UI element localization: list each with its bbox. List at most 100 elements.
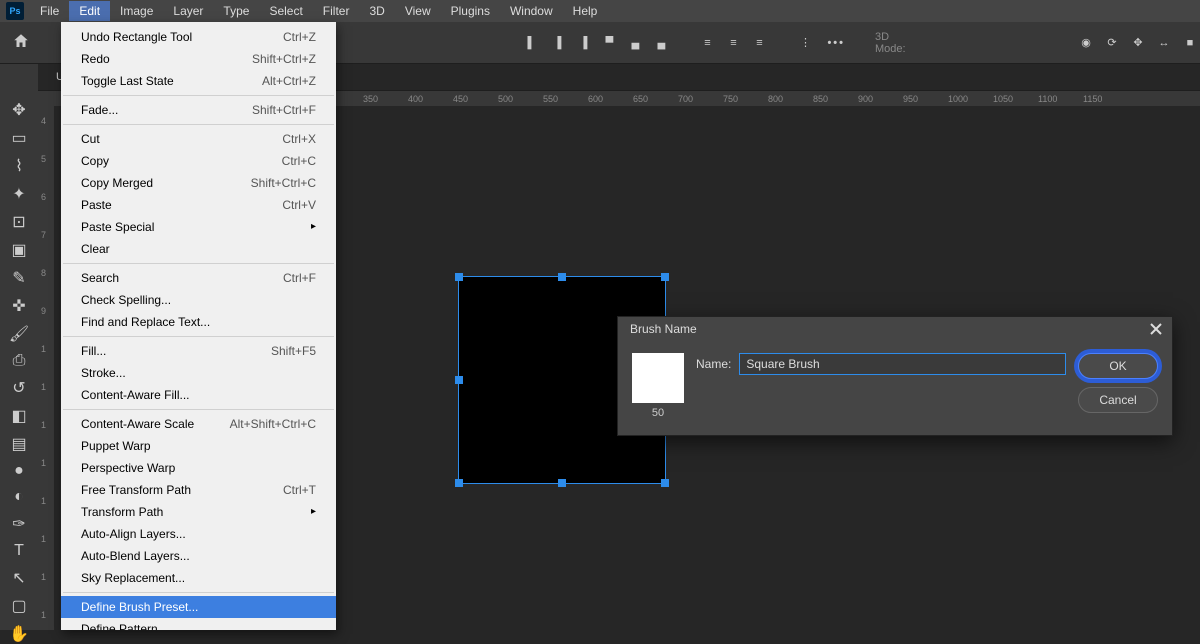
menu-item-fade[interactable]: Fade...Shift+Ctrl+F: [61, 99, 336, 121]
align-group: ▌ ▐ ▐ ▀ ▄ ▄ ≡ ≡ ≡ ⋮: [521, 33, 815, 53]
menu-item-auto-blend-layers[interactable]: Auto-Blend Layers...: [61, 545, 336, 567]
menu-item-check-spelling[interactable]: Check Spelling...: [61, 289, 336, 311]
menu-item-define-brush-preset[interactable]: Define Brush Preset...: [61, 596, 336, 618]
app-icon: Ps: [6, 2, 24, 20]
menu-layer[interactable]: Layer: [163, 1, 213, 21]
tool-hand[interactable]: ✋: [5, 624, 33, 644]
menu-item-search[interactable]: SearchCtrl+F: [61, 267, 336, 289]
edit-menu: Undo Rectangle ToolCtrl+ZRedoShift+Ctrl+…: [61, 22, 336, 630]
tool-eyedropper[interactable]: ✎: [5, 268, 33, 288]
menu-separator: [63, 124, 334, 125]
tool-dodge[interactable]: ◐: [5, 488, 33, 506]
3d-orbit-icon[interactable]: ◉: [1076, 33, 1096, 53]
dialog-title: Brush Name: [630, 322, 697, 336]
menu-item-puppet-warp[interactable]: Puppet Warp: [61, 435, 336, 457]
menu-item-cut[interactable]: CutCtrl+X: [61, 128, 336, 150]
menu-item-perspective-warp[interactable]: Perspective Warp: [61, 457, 336, 479]
handle-bm[interactable]: [558, 479, 566, 487]
3d-mode-label: 3D Mode:: [875, 31, 914, 55]
menu-item-fill[interactable]: Fill...Shift+F5: [61, 340, 336, 362]
menu-item-content-aware-scale[interactable]: Content-Aware ScaleAlt+Shift+Ctrl+C: [61, 413, 336, 435]
align-bottom-icon[interactable]: ▄: [651, 33, 671, 53]
handle-tr[interactable]: [661, 273, 669, 281]
menu-file[interactable]: File: [30, 1, 69, 21]
tool-patch[interactable]: ✜: [5, 296, 33, 316]
cancel-button[interactable]: Cancel: [1078, 387, 1158, 413]
handle-ml[interactable]: [455, 376, 463, 384]
menu-item-copy[interactable]: CopyCtrl+C: [61, 150, 336, 172]
menu-select[interactable]: Select: [259, 1, 312, 21]
ok-button[interactable]: OK: [1078, 353, 1158, 379]
tool-lasso[interactable]: ⌇: [5, 156, 33, 176]
menu-3d[interactable]: 3D: [359, 1, 394, 21]
distribute-top-icon[interactable]: ≡: [697, 33, 717, 53]
handle-tm[interactable]: [558, 273, 566, 281]
tool-stamp[interactable]: ⎙: [5, 352, 33, 370]
tool-frame[interactable]: ▣: [5, 240, 33, 260]
name-input[interactable]: [739, 353, 1066, 375]
menu-item-paste-special[interactable]: Paste Special: [61, 216, 336, 238]
tool-move[interactable]: ✥: [5, 100, 33, 120]
3d-zoom-icon[interactable]: ■: [1180, 33, 1200, 53]
menu-item-free-transform-path[interactable]: Free Transform PathCtrl+T: [61, 479, 336, 501]
distribute-bottom-icon[interactable]: ≡: [749, 33, 769, 53]
tool-blur[interactable]: ●: [5, 462, 33, 480]
menu-item-define-pattern[interactable]: Define Pattern...: [61, 618, 336, 630]
menu-image[interactable]: Image: [110, 1, 163, 21]
menu-item-toggle-last-state[interactable]: Toggle Last StateAlt+Ctrl+Z: [61, 70, 336, 92]
align-right-icon[interactable]: ▐: [573, 33, 593, 53]
handle-tl[interactable]: [455, 273, 463, 281]
menu-separator: [63, 263, 334, 264]
tool-type[interactable]: T: [5, 542, 33, 560]
tool-path[interactable]: ↖: [5, 568, 33, 588]
close-icon[interactable]: [1148, 321, 1164, 337]
menu-filter[interactable]: Filter: [313, 1, 360, 21]
menu-plugins[interactable]: Plugins: [441, 1, 500, 21]
menu-item-transform-path[interactable]: Transform Path: [61, 501, 336, 523]
menu-item-clear[interactable]: Clear: [61, 238, 336, 260]
menu-item-redo[interactable]: RedoShift+Ctrl+Z: [61, 48, 336, 70]
tool-marquee[interactable]: ▭: [5, 128, 33, 148]
align-middle-icon[interactable]: ▄: [625, 33, 645, 53]
3d-roll-icon[interactable]: ⟳: [1102, 33, 1122, 53]
align-top-icon[interactable]: ▀: [599, 33, 619, 53]
tool-pen[interactable]: ✑: [5, 514, 33, 534]
menu-type[interactable]: Type: [213, 1, 259, 21]
3d-slide-icon[interactable]: ↔: [1154, 33, 1174, 53]
distribute-v-icon[interactable]: ≡: [723, 33, 743, 53]
menu-item-stroke[interactable]: Stroke...: [61, 362, 336, 384]
menu-item-find-and-replace-text[interactable]: Find and Replace Text...: [61, 311, 336, 333]
brush-size-label: 50: [632, 407, 684, 419]
distribute-h-icon[interactable]: ⋮: [795, 33, 815, 53]
handle-bl[interactable]: [455, 479, 463, 487]
tool-rect[interactable]: ▢: [5, 596, 33, 616]
brush-preview: 50: [632, 353, 684, 419]
more-icon[interactable]: •••: [827, 37, 845, 49]
menu-item-copy-merged[interactable]: Copy MergedShift+Ctrl+C: [61, 172, 336, 194]
tool-brush[interactable]: 🖌: [5, 324, 33, 344]
brush-swatch: [632, 353, 684, 403]
align-center-h-icon[interactable]: ▐: [547, 33, 567, 53]
name-label: Name:: [696, 357, 731, 371]
menu-separator: [63, 409, 334, 410]
menu-item-content-aware-fill[interactable]: Content-Aware Fill...: [61, 384, 336, 406]
menu-item-sky-replacement[interactable]: Sky Replacement...: [61, 567, 336, 589]
menubar: Ps FileEditImageLayerTypeSelectFilter3DV…: [0, 0, 1200, 22]
handle-br[interactable]: [661, 479, 669, 487]
menu-item-auto-align-layers[interactable]: Auto-Align Layers...: [61, 523, 336, 545]
home-icon[interactable]: [12, 32, 30, 53]
3d-pan-icon[interactable]: ✥: [1128, 33, 1148, 53]
menu-item-undo-rectangle-tool[interactable]: Undo Rectangle ToolCtrl+Z: [61, 26, 336, 48]
tool-eraser[interactable]: ◧: [5, 406, 33, 426]
tool-history[interactable]: ↺: [5, 378, 33, 398]
toolbar: ✥▭⌇✦⊡▣✎✜🖌⎙↺◧▤●◐✑T↖▢✋: [0, 64, 38, 630]
menu-item-paste[interactable]: PasteCtrl+V: [61, 194, 336, 216]
tool-wand[interactable]: ✦: [5, 184, 33, 204]
tool-crop[interactable]: ⊡: [5, 212, 33, 232]
tool-gradient[interactable]: ▤: [5, 434, 33, 454]
menu-help[interactable]: Help: [563, 1, 608, 21]
menu-window[interactable]: Window: [500, 1, 563, 21]
menu-view[interactable]: View: [395, 1, 441, 21]
menu-edit[interactable]: Edit: [69, 1, 110, 21]
align-left-icon[interactable]: ▌: [521, 33, 541, 53]
